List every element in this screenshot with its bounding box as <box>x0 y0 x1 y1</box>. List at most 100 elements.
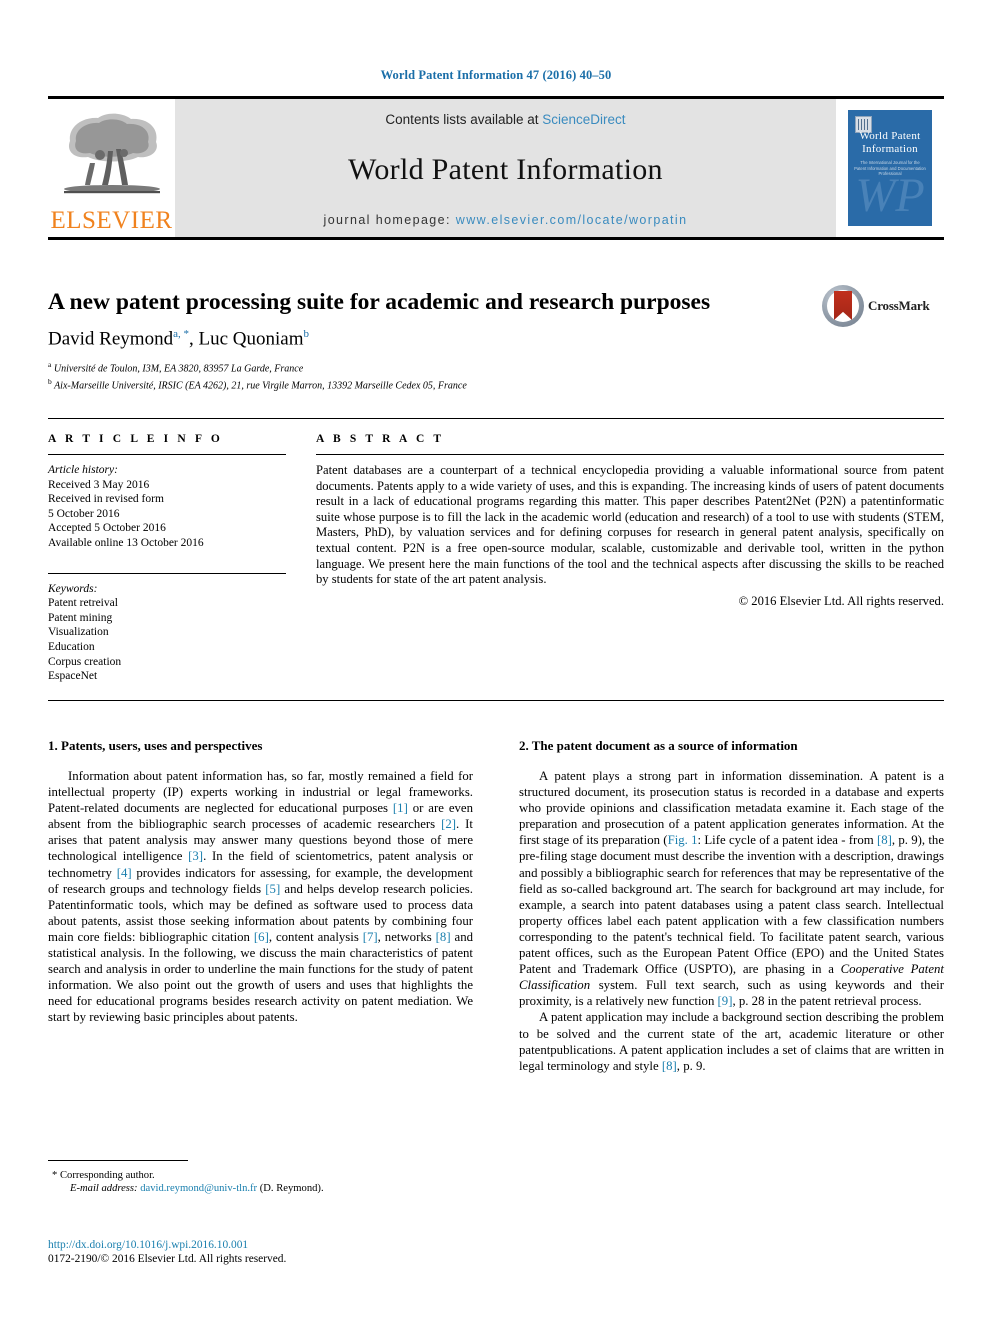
left-paragraph-1: Information about patent information has… <box>48 768 473 1026</box>
history-item: 5 October 2016 <box>48 507 120 520</box>
citation-ref-7[interactable]: [7] <box>363 930 378 944</box>
affiliation-b-text: Aix-Marseille Université, IRSIC (EA 4262… <box>54 380 467 392</box>
contents-available-line: Contents lists available at ScienceDirec… <box>385 112 625 127</box>
citation-ref-1[interactable]: [1] <box>393 801 408 815</box>
keyword-item: Visualization <box>48 626 109 639</box>
history-item: Available online 13 October 2016 <box>48 536 204 549</box>
article-title: A new patent processing suite for academ… <box>48 289 711 315</box>
citation-ref-8[interactable]: [8] <box>436 930 451 944</box>
crossmark-icon <box>822 285 864 327</box>
cover-monogram: WP <box>855 169 925 222</box>
doi-block: http://dx.doi.org/10.1016/j.wpi.2016.10.… <box>48 1238 473 1266</box>
section-heading-1: 1. Patents, users, uses and perspectives <box>48 738 263 753</box>
citation-ref-5[interactable]: [5] <box>265 882 280 896</box>
figure-ref-1[interactable]: Fig. 1 <box>668 833 698 847</box>
text-run: , content analysis <box>268 929 363 944</box>
history-item: Received 3 May 2016 <box>48 478 150 491</box>
citation-ref-2[interactable]: [2] <box>441 817 456 831</box>
affiliation-b: b Aix-Marseille Université, IRSIC (EA 42… <box>48 376 944 393</box>
corresponding-author-line: * Corresponding author. <box>48 1169 473 1182</box>
citation-ref-6[interactable]: [6] <box>254 930 269 944</box>
citation-ref-8b[interactable]: [8] <box>877 833 892 847</box>
crossmark-label: CrossMark <box>868 298 930 313</box>
journal-masthead: ELSEVIER Contents lists available at Sci… <box>48 96 944 240</box>
email-link[interactable]: david.reymond@univ-tln.fr <box>140 1183 257 1194</box>
abstract-column: A B S T R A C T Patent databases are a c… <box>316 433 944 684</box>
sciencedirect-link[interactable]: ScienceDirect <box>542 112 625 127</box>
article-info-rule <box>48 454 286 455</box>
keyword-item: Education <box>48 640 95 653</box>
homepage-prefix: journal homepage: <box>323 213 451 227</box>
elsevier-wordmark: ELSEVIER <box>50 207 173 234</box>
issn-copyright-line: 0172-2190/© 2016 Elsevier Ltd. All right… <box>48 1253 287 1265</box>
author-name-2: , Luc Quoniam <box>188 328 304 350</box>
abstract-copyright: © 2016 Elsevier Ltd. All rights reserved… <box>738 593 944 608</box>
email-line: E-mail address: david.reymond@univ-tln.f… <box>48 1182 473 1195</box>
abstract-heading: A B S T R A C T <box>316 433 445 445</box>
history-item: Accepted 5 October 2016 <box>48 522 166 535</box>
right-paragraph-2: A patent application may include a backg… <box>519 1009 944 1073</box>
abstract-text: Patent databases are a counterpart of a … <box>316 463 944 587</box>
text-run: and statistical analysis. In the followi… <box>48 929 473 1025</box>
corresponding-text: Corresponding author. <box>59 1170 155 1181</box>
journal-homepage-line: journal homepage: www.elsevier.com/locat… <box>324 213 688 227</box>
text-run: , networks <box>377 929 436 944</box>
homepage-link[interactable]: www.elsevier.com/locate/worpatin <box>456 213 688 227</box>
abstract-rule <box>316 454 944 455</box>
keywords-rule <box>48 572 286 574</box>
cover-title-line2: Information <box>862 143 918 155</box>
body-columns: 1. Patents, users, uses and perspectives… <box>48 738 944 1074</box>
keywords-label: Keywords: <box>48 582 98 595</box>
corresponding-author-footnote: * Corresponding author. E-mail address: … <box>48 1160 473 1196</box>
band-bottom-rule <box>48 700 944 701</box>
contents-prefix: Contents lists available at <box>385 112 539 127</box>
cover-image: World Patent Information The Internation… <box>848 110 932 226</box>
section-heading-2: 2. The patent document as a source of in… <box>519 738 798 753</box>
affiliation-a-mark: a <box>48 360 52 370</box>
affiliation-b-mark: b <box>48 377 52 387</box>
keyword-item: Patent retreival <box>48 597 118 610</box>
info-abstract-band: A R T I C L E I N F O Article history: R… <box>48 418 944 684</box>
title-block: A new patent processing suite for academ… <box>48 288 944 393</box>
journal-cover-thumbnail: World Patent Information The Internation… <box>836 99 944 237</box>
cover-title: World Patent Information <box>848 130 932 156</box>
author-list: David Reymonda, *, Luc Quoniamb <box>48 328 944 350</box>
keyword-item: Patent mining <box>48 611 113 624</box>
affiliations: a Université de Toulon, I3M, EA 3820, 83… <box>48 359 944 393</box>
text-run: : Life cycle of a patent idea - from <box>697 833 877 848</box>
journal-article-page: World Patent Information 47 (2016) 40–50 <box>0 0 992 1323</box>
article-info-heading: A R T I C L E I N F O <box>48 433 223 445</box>
doi-link[interactable]: http://dx.doi.org/10.1016/j.wpi.2016.10.… <box>48 1238 473 1252</box>
journal-title: World Patent Information <box>348 153 663 186</box>
author-2-marks[interactable]: b <box>303 328 309 340</box>
keyword-item: EspaceNet <box>48 670 98 683</box>
citation-ref-3[interactable]: [3] <box>188 849 203 863</box>
crossmark-badge[interactable]: CrossMark <box>822 283 930 329</box>
text-run: , p. 9), the pre-filing stage document m… <box>519 833 944 977</box>
masthead-center-panel: Contents lists available at ScienceDirec… <box>175 99 836 237</box>
left-column: 1. Patents, users, uses and perspectives… <box>48 738 473 1074</box>
keyword-item: Corpus creation <box>48 655 122 668</box>
affiliation-a: a Université de Toulon, I3M, EA 3820, 83… <box>48 359 944 376</box>
citation-ref-9[interactable]: [9] <box>718 994 733 1008</box>
elsevier-logo: ELSEVIER <box>48 99 175 237</box>
history-item: Received in revised form <box>48 493 164 506</box>
author-1-marks[interactable]: a, * <box>173 328 189 340</box>
text-run: , p. 9. <box>676 1058 706 1073</box>
corresponding-mark: * <box>52 1170 58 1181</box>
author-name-1: David Reymond <box>48 328 174 350</box>
footnote-rule <box>48 1160 188 1161</box>
cover-title-line1: World Patent <box>859 130 921 142</box>
text-run: A patent application may include a backg… <box>519 1010 944 1073</box>
citation-ref-4[interactable]: [4] <box>117 866 132 880</box>
affiliation-a-text: Université de Toulon, I3M, EA 3820, 8395… <box>53 363 304 375</box>
citation-ref-8c[interactable]: [8] <box>662 1059 677 1073</box>
running-head: World Patent Information 47 (2016) 40–50 <box>380 68 612 82</box>
text-run: , p. 28 in the patent retrieval process. <box>732 994 922 1009</box>
article-history-label: Article history: <box>48 464 118 476</box>
email-suffix: (D. Reymond). <box>259 1183 324 1195</box>
right-paragraph-1: A patent plays a strong part in informat… <box>519 768 944 1009</box>
right-column: 2. The patent document as a source of in… <box>519 738 944 1074</box>
article-info-column: A R T I C L E I N F O Article history: R… <box>48 433 286 684</box>
